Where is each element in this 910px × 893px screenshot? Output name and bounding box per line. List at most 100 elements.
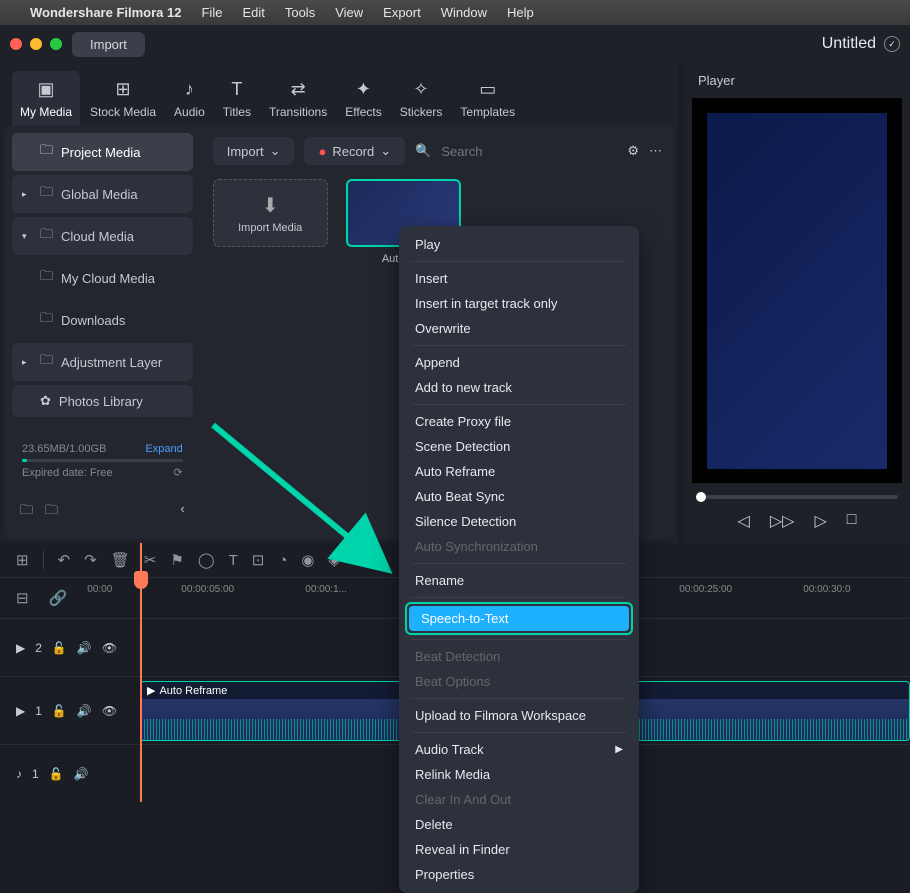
chevron-down-icon: ⌄: [380, 143, 391, 159]
play-icon[interactable]: ▷: [814, 511, 826, 531]
folder-icon: 🗀: [40, 309, 53, 331]
collapse-sidebar-icon[interactable]: ‹: [180, 501, 184, 523]
player-viewport[interactable]: [692, 98, 902, 483]
menu-tools[interactable]: Tools: [285, 5, 315, 20]
ctx-item: Beat Detection: [399, 644, 639, 669]
expired-date: Expired date: Free: [22, 467, 113, 479]
mute-icon[interactable]: 🔊: [74, 767, 89, 781]
window-minimize-icon[interactable]: [30, 38, 42, 50]
sidebar-adjustment-layer[interactable]: ▸🗀Adjustment Layer: [12, 343, 193, 381]
tab-titles[interactable]: TTitles: [215, 71, 259, 125]
lock-icon[interactable]: 🔓: [52, 704, 67, 718]
ctx-item[interactable]: Silence Detection: [399, 509, 639, 534]
lock-icon[interactable]: 🔓: [49, 767, 64, 781]
ctx-item[interactable]: Upload to Filmora Workspace: [399, 703, 639, 728]
undo-icon[interactable]: ↶: [58, 551, 71, 569]
window-close-icon[interactable]: [10, 38, 22, 50]
video-track-icon: ▶: [16, 704, 25, 718]
refresh-icon[interactable]: ⟳: [174, 466, 183, 479]
new-folder-icon[interactable]: 🗀: [20, 501, 33, 523]
text-icon[interactable]: T: [229, 552, 238, 569]
ctx-item: Beat Options: [399, 669, 639, 694]
sidebar-cloud-media[interactable]: ▾🗀Cloud Media: [12, 217, 193, 255]
track-manager-icon[interactable]: ⊟: [16, 589, 29, 607]
filter-icon[interactable]: ⚙: [627, 143, 639, 159]
sidebar-downloads[interactable]: 🗀Downloads: [12, 301, 193, 339]
mute-icon[interactable]: 🔊: [77, 704, 92, 718]
context-menu: Play InsertInsert in target track onlyOve…: [399, 226, 639, 893]
project-title: Untitled: [822, 35, 876, 53]
keyframe-icon[interactable]: ◈: [329, 551, 341, 569]
ctx-item[interactable]: Overwrite: [399, 316, 639, 341]
ctx-item[interactable]: Play: [399, 232, 639, 257]
tab-transitions[interactable]: ⇄Transitions: [261, 71, 335, 125]
tab-audio[interactable]: ♪Audio: [166, 71, 213, 125]
expand-link[interactable]: Expand: [145, 443, 182, 455]
import-dropdown[interactable]: Import⌄: [213, 137, 295, 165]
lock-icon[interactable]: 🔓: [52, 641, 67, 655]
import-media-tile[interactable]: ⬇Import Media: [213, 179, 328, 265]
search-icon: 🔍: [415, 143, 431, 159]
ctx-item[interactable]: Auto Beat Sync: [399, 484, 639, 509]
effects-icon: ✦: [351, 77, 375, 101]
sidebar-my-cloud-media[interactable]: 🗀My Cloud Media: [12, 259, 193, 297]
ctx-item[interactable]: Append: [399, 350, 639, 375]
player-scrubber[interactable]: [696, 495, 898, 499]
menu-help[interactable]: Help: [507, 5, 534, 20]
tab-stock-media[interactable]: ⊞Stock Media: [82, 71, 164, 125]
search-input[interactable]: [441, 144, 617, 159]
speed-icon[interactable]: ◔: [278, 552, 287, 569]
menu-edit[interactable]: Edit: [242, 5, 264, 20]
sidebar-project-media[interactable]: 🗀Project Media: [12, 133, 193, 171]
delete-icon[interactable]: 🗑: [111, 551, 130, 569]
prev-frame-icon[interactable]: ◁: [738, 511, 750, 531]
sidebar-photos-library[interactable]: ✿Photos Library: [12, 385, 193, 417]
download-icon: ⬇: [262, 193, 279, 218]
marker-icon[interactable]: ⚑: [170, 551, 183, 569]
tab-stickers[interactable]: ✧Stickers: [392, 71, 451, 125]
color-icon[interactable]: ◉: [301, 551, 314, 569]
ctx-item[interactable]: Add to new track: [399, 375, 639, 400]
grid-icon[interactable]: ⊞: [16, 551, 29, 569]
split-icon[interactable]: ✂: [144, 551, 157, 569]
tab-effects[interactable]: ✦Effects: [337, 71, 389, 125]
ctx-item[interactable]: Relink Media: [399, 762, 639, 787]
app-name[interactable]: Wondershare Filmora 12: [30, 5, 181, 20]
ctx-speech-to-text[interactable]: Speech-to-Text: [405, 602, 633, 635]
stop-icon[interactable]: □: [847, 511, 857, 531]
ctx-item[interactable]: Audio Track▶: [399, 737, 639, 762]
mask-icon[interactable]: ◯: [198, 551, 215, 569]
record-dropdown[interactable]: ●Record⌄: [304, 137, 405, 165]
storage-total: 1.00GB: [69, 443, 106, 455]
ctx-item[interactable]: Reveal in Finder: [399, 837, 639, 862]
ctx-item[interactable]: Auto Reframe: [399, 459, 639, 484]
link-icon[interactable]: 🔗: [49, 589, 68, 607]
tab-templates[interactable]: ▭Templates: [452, 71, 523, 125]
redo-icon[interactable]: ↷: [84, 551, 97, 569]
window-zoom-icon[interactable]: [50, 38, 62, 50]
mute-icon[interactable]: 🔊: [77, 641, 92, 655]
playhead[interactable]: [134, 571, 148, 589]
visibility-icon[interactable]: 👁: [102, 704, 117, 718]
video-track-icon: ▶: [16, 641, 25, 655]
ctx-item[interactable]: Create Proxy file: [399, 409, 639, 434]
stock-media-icon: ⊞: [111, 77, 135, 101]
next-frame-icon[interactable]: ▷▷: [770, 511, 795, 531]
ctx-item[interactable]: Insert: [399, 266, 639, 291]
sidebar-global-media[interactable]: ▸🗀Global Media: [12, 175, 193, 213]
ctx-item[interactable]: Delete: [399, 812, 639, 837]
import-button[interactable]: Import: [72, 32, 145, 57]
ctx-item[interactable]: Rename: [399, 568, 639, 593]
transitions-icon: ⇄: [286, 77, 310, 101]
tab-my-media[interactable]: ▣My Media: [12, 71, 80, 125]
menu-view[interactable]: View: [335, 5, 363, 20]
new-folder-plus-icon[interactable]: 🗀: [45, 501, 58, 523]
ctx-item[interactable]: Scene Detection: [399, 434, 639, 459]
menu-export[interactable]: Export: [383, 5, 421, 20]
more-icon[interactable]: ⋯: [649, 143, 662, 159]
crop-icon[interactable]: ⊡: [252, 551, 265, 569]
visibility-icon[interactable]: 👁: [102, 641, 117, 655]
ctx-item[interactable]: Insert in target track only: [399, 291, 639, 316]
menu-file[interactable]: File: [201, 5, 222, 20]
menu-window[interactable]: Window: [441, 5, 487, 20]
